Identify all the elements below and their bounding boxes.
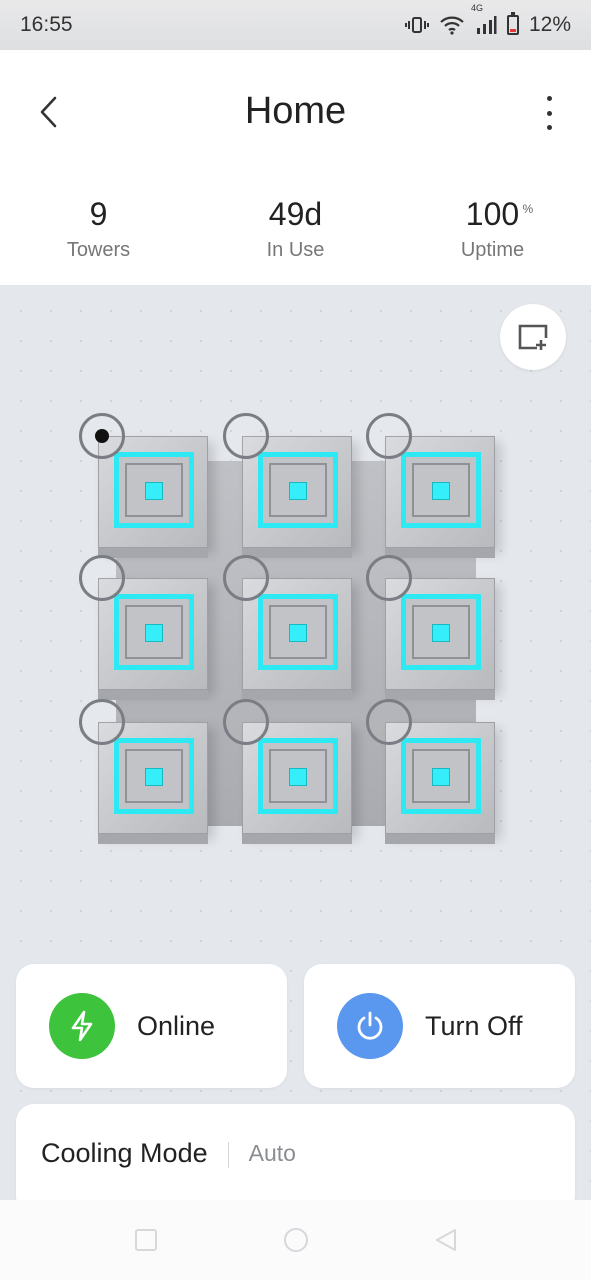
tower-select-ring-3[interactable] [366,413,412,459]
system-nav-bar [0,1200,591,1280]
online-card[interactable]: Online [16,964,287,1088]
stat-towers: 9 Towers [0,170,197,285]
bolt-icon [71,1010,93,1042]
tower-select-ring-1[interactable] [79,413,125,459]
stat-unit: % [522,202,534,216]
tower-select-ring-8[interactable] [223,699,269,745]
triangle-back-icon [435,1229,456,1251]
back-nav-button[interactable] [431,1225,461,1255]
tower-led [145,482,163,500]
wifi-icon [439,15,465,35]
tower-led [145,768,163,786]
turn-off-label: Turn Off [425,1010,523,1041]
tower-led [289,482,307,500]
status-bar: 16:55 4G 12% [0,0,591,50]
stat-value: 9 [89,196,108,232]
tower-select-ring-6[interactable] [366,555,412,601]
square-icon [134,1229,157,1251]
tower-select-ring-9[interactable] [366,699,412,745]
tower-led [432,768,450,786]
recents-button[interactable] [131,1225,161,1255]
signal-icon: 4G [471,3,497,35]
divider [227,1142,229,1168]
tower-led [432,482,450,500]
status-icons: 4G 12% [404,3,571,37]
battery-level: 12% [528,13,571,36]
stat-label: In Use [266,239,325,261]
add-view-button[interactable] [500,304,566,370]
app-header: Home [0,50,591,170]
stat-in-use: 49d In Use [197,170,394,285]
tower-led [289,624,307,642]
tower-led [432,624,450,642]
battery-icon [506,12,519,35]
selected-dot [95,429,109,443]
add-window-icon [518,324,548,350]
main-canvas: Online Turn Off Cooling Mode Auto [0,286,591,1214]
cooling-mode-title: Cooling Mode [41,1138,208,1168]
home-button[interactable] [281,1225,311,1255]
more-options-button[interactable] [537,96,561,130]
more-vertical-icon [546,96,552,101]
cooling-mode-value: Auto [248,1140,296,1166]
tower-select-ring-5[interactable] [223,555,269,601]
stat-label: Uptime [460,239,525,261]
tower-select-ring-4[interactable] [79,555,125,601]
circle-icon [283,1228,308,1252]
stat-value: 49d [268,196,323,232]
tower-led [289,768,307,786]
stat-uptime: 100% Uptime [394,170,591,285]
page-title: Home [244,90,347,132]
vibrate-icon [404,15,429,35]
online-status-circle [49,993,115,1059]
online-label: Online [137,1010,216,1041]
turn-off-circle [337,993,403,1059]
tower-led [145,624,163,642]
tower-select-ring-2[interactable] [223,413,269,459]
tower-select-ring-7[interactable] [79,699,125,745]
status-time: 16:55 [20,13,73,36]
tower-grid [79,413,496,841]
power-icon [357,1011,383,1040]
stat-value: 100% [465,196,534,232]
stats-row: 9 Towers 49d In Use 100% Uptime [0,170,591,286]
stat-label: Towers [66,239,131,261]
network-type-label: 4G [470,3,483,13]
cooling-mode-card[interactable]: Cooling Mode Auto [16,1104,575,1214]
turn-off-card[interactable]: Turn Off [304,964,575,1088]
